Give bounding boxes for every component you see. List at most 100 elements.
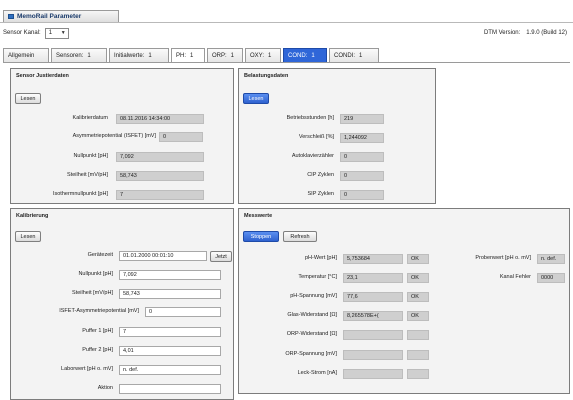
messwerte-panel: Messwerte Stoppen Refresh pH-Wert [pH] 5… bbox=[238, 208, 570, 394]
belastungsdaten-panel: Belastungsdaten Lesen Betriebsstunden [h… bbox=[238, 68, 436, 204]
title-divider bbox=[0, 22, 573, 23]
orp-spannung-value bbox=[343, 350, 403, 360]
field-label: Kalibrierdatum bbox=[72, 115, 108, 121]
cip-zyklen-value: 0 bbox=[340, 171, 384, 181]
panel-title: Sensor Justierdaten bbox=[16, 73, 69, 79]
field-label: CIP Zyklen bbox=[307, 172, 334, 178]
leck-strom-value bbox=[343, 369, 403, 379]
steilheit-value: 58,743 bbox=[116, 171, 204, 181]
jetzt-button[interactable]: Jetzt bbox=[210, 251, 232, 262]
field-label: Asymmetriepotential (ISFET) [mV] bbox=[72, 133, 156, 139]
kalibrierung-panel: Kalibrierung Lesen Gerätezeit 01.01.2000… bbox=[10, 208, 234, 400]
puffer-2-input[interactable]: 4,01 bbox=[119, 346, 221, 356]
field-label: Gerätezeit bbox=[87, 252, 113, 258]
probenwert-value: n. def. bbox=[537, 254, 565, 264]
lesen-button[interactable]: Lesen bbox=[15, 231, 41, 242]
panel-title: Belastungsdaten bbox=[244, 73, 289, 79]
kalibrierdatum-value: 08.11.2016 14:34:00 bbox=[116, 114, 204, 124]
orp-widerstand-status bbox=[407, 330, 429, 340]
stoppen-button[interactable]: Stoppen bbox=[243, 231, 279, 242]
nullpunkt-input[interactable]: 7,092 bbox=[119, 270, 221, 280]
field-label: pH-Spannung [mV] bbox=[290, 293, 337, 299]
temperatur-value: 23,1 bbox=[343, 273, 403, 283]
tab-label: Sensoren: bbox=[56, 52, 84, 59]
lesen-button[interactable]: Lesen bbox=[15, 93, 41, 104]
field-label: Laborwert [pH o. mV] bbox=[61, 366, 113, 372]
leck-strom-status bbox=[407, 369, 429, 379]
window-title-tab[interactable]: MemoRail Parameter bbox=[3, 10, 119, 22]
aktion-field[interactable] bbox=[119, 384, 221, 394]
dtm-version-value: 1.9.0 (Build 12) bbox=[526, 30, 567, 36]
tab-divider bbox=[3, 62, 570, 63]
tab-condi[interactable]: CONDI: 1 bbox=[329, 48, 379, 62]
lesen-button[interactable]: Lesen bbox=[243, 93, 269, 104]
sensor-kanal-select[interactable]: 1 ▼ bbox=[44, 27, 69, 39]
field-label: Isothermnullpunkt [pH] bbox=[52, 191, 108, 197]
ph-spannung-value: 77,6 bbox=[343, 292, 403, 302]
field-label: Betriebsstunden [h] bbox=[286, 115, 334, 121]
field-label: Puffer 2 [pH] bbox=[82, 347, 113, 353]
field-label: ISFET-Asymmetriepotential [mV] bbox=[59, 308, 139, 314]
tab-oxy[interactable]: OXY: 1 bbox=[245, 48, 281, 62]
field-label: pH-Wert [pH] bbox=[305, 255, 337, 261]
tab-cond[interactable]: COND: 1 bbox=[283, 48, 327, 62]
tab-label: Initialwerte: bbox=[114, 52, 145, 59]
field-label: SIP Zyklen bbox=[307, 191, 335, 197]
ph-wert-value: 5,753684 bbox=[343, 254, 403, 264]
steilheit-input[interactable]: 58,743 bbox=[119, 289, 221, 299]
tab-label: CONDI: bbox=[334, 52, 355, 59]
nullpunkt-value: 7,092 bbox=[116, 152, 204, 162]
isfet-asymmetriepotential-input[interactable]: 0 bbox=[145, 307, 221, 317]
asymmetriepotential-value: 0 bbox=[159, 132, 203, 142]
tab-bar: Allgemein Sensoren: 1 Initialwerte: 1 PH… bbox=[3, 48, 379, 62]
tab-badge: 1 bbox=[148, 52, 152, 59]
ph-wert-status: OK bbox=[407, 254, 429, 264]
app-icon bbox=[8, 14, 14, 19]
temperatur-status: OK bbox=[407, 273, 429, 283]
tab-label: OXY: bbox=[250, 52, 265, 59]
tab-label: ORP: bbox=[212, 52, 227, 59]
sensor-justierdaten-panel: Sensor Justierdaten Lesen Kalibrierdatum… bbox=[10, 68, 234, 204]
field-label: Steilheit [mV/pH] bbox=[72, 290, 113, 296]
orp-spannung-status bbox=[407, 350, 429, 360]
panel-title: Messwerte bbox=[244, 213, 273, 219]
panel-title: Kalibrierung bbox=[16, 213, 49, 219]
laborwert-input[interactable]: n. def. bbox=[119, 365, 221, 375]
sensor-kanal-row: Sensor Kanal: 1 ▼ DTM Version: 1.9.0 (Bu… bbox=[3, 26, 570, 40]
field-label: Aktion bbox=[97, 385, 113, 391]
field-label: Leck-Strom [nA] bbox=[297, 370, 337, 376]
tab-label: PH: bbox=[176, 52, 187, 59]
tab-label: Allgemein bbox=[8, 52, 35, 59]
dtm-version-label: DTM Version: bbox=[483, 30, 521, 36]
geraetezeit-field: 01.01.2000 00:01:10 bbox=[119, 251, 207, 261]
field-label: Glas-Widerstand [Ω] bbox=[287, 312, 337, 318]
glas-widerstand-value: 8,265578E+( bbox=[343, 311, 403, 321]
window-title: MemoRail Parameter bbox=[17, 13, 82, 20]
puffer-1-input[interactable]: 7 bbox=[119, 327, 221, 337]
field-label: Temperatur [°C] bbox=[298, 274, 337, 280]
tab-badge: 1 bbox=[190, 52, 194, 59]
probenwert-label: Probenwert [pH o. mV] bbox=[475, 255, 531, 261]
tab-ph[interactable]: PH: 1 bbox=[171, 48, 205, 62]
glas-widerstand-status: OK bbox=[407, 311, 429, 321]
tab-orp[interactable]: ORP: 1 bbox=[207, 48, 243, 62]
tab-label: COND: bbox=[288, 52, 308, 59]
tab-allgemein[interactable]: Allgemein bbox=[3, 48, 49, 62]
tab-badge: 1 bbox=[311, 52, 315, 59]
field-label: Autoklavierzähler bbox=[291, 153, 334, 159]
field-label: Nullpunkt [pH] bbox=[73, 153, 108, 159]
refresh-button[interactable]: Refresh bbox=[283, 231, 317, 242]
sensor-kanal-value: 1 bbox=[48, 30, 53, 36]
isothermnullpunkt-value: 7 bbox=[116, 190, 204, 200]
verschleiss-value: 1,244092 bbox=[340, 133, 384, 143]
tab-badge: 1 bbox=[87, 52, 91, 59]
orp-widerstand-value bbox=[343, 330, 403, 340]
kanal-fehler-value: 0000 bbox=[537, 273, 565, 283]
field-label: Nullpunkt [pH] bbox=[78, 271, 113, 277]
autoklavierzaehler-value: 0 bbox=[340, 152, 384, 162]
sensor-kanal-label: Sensor Kanal: bbox=[3, 30, 41, 36]
tab-initialwerte[interactable]: Initialwerte: 1 bbox=[109, 48, 169, 62]
tab-sensoren[interactable]: Sensoren: 1 bbox=[51, 48, 107, 62]
ph-spannung-status: OK bbox=[407, 292, 429, 302]
dtm-version: DTM Version: 1.9.0 (Build 12) bbox=[484, 30, 567, 36]
